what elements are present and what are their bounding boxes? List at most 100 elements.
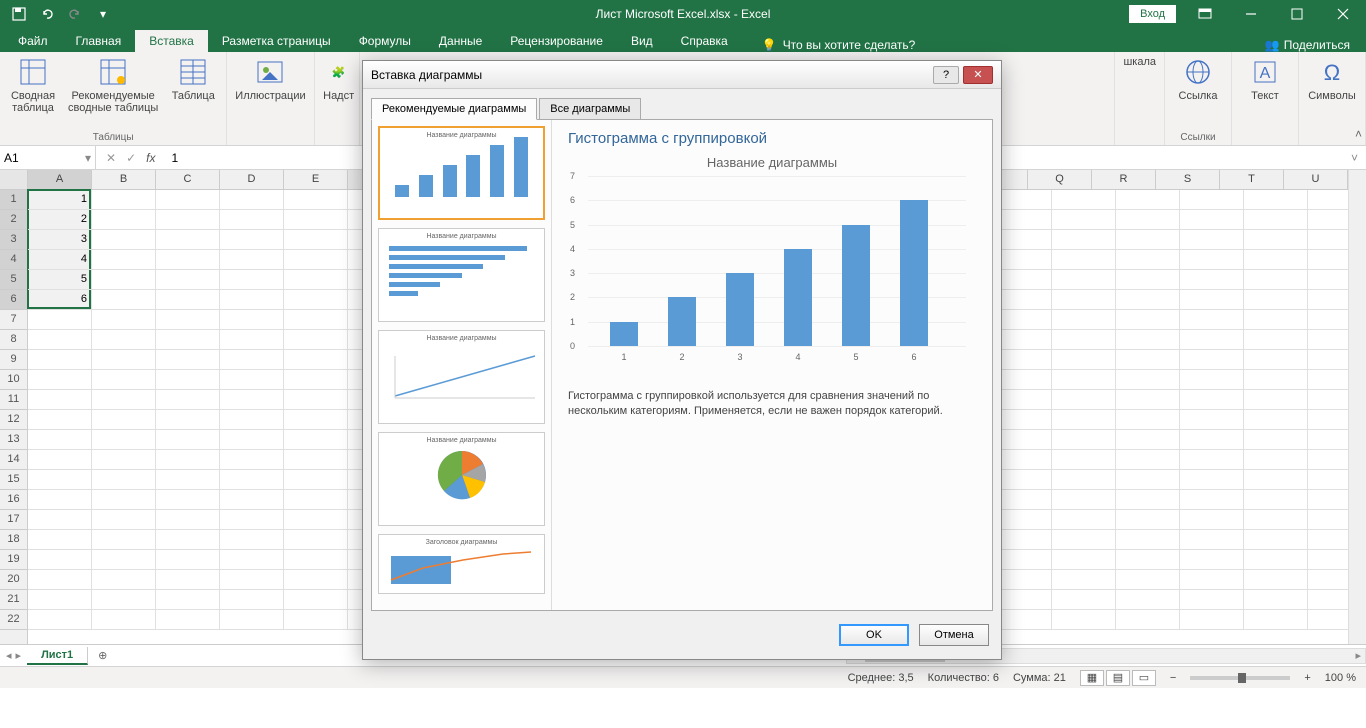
name-box-dropdown-icon[interactable]: ▾ <box>85 151 91 165</box>
addins-button[interactable]: 🧩 Надст <box>323 56 355 102</box>
row-22[interactable]: 22 <box>0 610 27 630</box>
zoom-out-icon[interactable]: − <box>1170 672 1176 684</box>
col-C[interactable]: C <box>156 170 220 189</box>
cell-A3[interactable]: 3 <box>28 230 92 250</box>
close-icon[interactable] <box>1320 0 1366 28</box>
enter-formula-icon[interactable]: ✓ <box>126 151 136 165</box>
cancel-button[interactable]: Отмена <box>919 624 989 646</box>
ok-button[interactable]: OK <box>839 624 909 646</box>
tab-page-layout[interactable]: Разметка страницы <box>208 30 345 52</box>
dialog-help-button[interactable]: ? <box>933 66 959 84</box>
sheet-tab-1[interactable]: Лист1 <box>27 647 88 665</box>
undo-icon[interactable] <box>36 4 58 24</box>
row-17[interactable]: 17 <box>0 510 27 530</box>
row-15[interactable]: 15 <box>0 470 27 490</box>
tab-review[interactable]: Рецензирование <box>496 30 617 52</box>
tab-recommended-charts[interactable]: Рекомендуемые диаграммы <box>371 98 537 120</box>
dialog-close-button[interactable]: ✕ <box>963 66 993 84</box>
ribbon-options-icon[interactable] <box>1182 0 1228 28</box>
col-S[interactable]: S <box>1156 170 1220 189</box>
thumb-pareto[interactable]: Заголовок диаграммы <box>378 534 545 594</box>
timeline-button[interactable]: шкала <box>1123 56 1156 68</box>
row-5[interactable]: 5 <box>0 270 27 290</box>
tab-help[interactable]: Справка <box>667 30 742 52</box>
col-E[interactable]: E <box>284 170 348 189</box>
scale-label: шкала <box>1123 56 1156 68</box>
thumb-clustered-bar[interactable]: Название диаграммы <box>378 228 545 322</box>
zoom-level[interactable]: 100 % <box>1325 672 1356 684</box>
row-1[interactable]: 1 <box>0 190 27 210</box>
illustrations-button[interactable]: Иллюстрации <box>235 56 305 102</box>
col-A[interactable]: A <box>28 170 92 189</box>
tab-formulas[interactable]: Формулы <box>345 30 425 52</box>
expand-formula-icon[interactable]: ˅ <box>1343 151 1366 165</box>
col-Q[interactable]: Q <box>1028 170 1092 189</box>
zoom-slider[interactable] <box>1190 676 1290 680</box>
row-21[interactable]: 21 <box>0 590 27 610</box>
pivot-table-button[interactable]: Сводная таблица <box>8 56 58 114</box>
row-2[interactable]: 2 <box>0 210 27 230</box>
row-19[interactable]: 19 <box>0 550 27 570</box>
row-4[interactable]: 4 <box>0 250 27 270</box>
tab-home[interactable]: Главная <box>62 30 136 52</box>
row-16[interactable]: 16 <box>0 490 27 510</box>
add-sheet-button[interactable]: ⊕ <box>88 649 117 662</box>
col-B[interactable]: B <box>92 170 156 189</box>
row-8[interactable]: 8 <box>0 330 27 350</box>
tab-insert[interactable]: Вставка <box>135 30 208 52</box>
cell-A1[interactable]: 1 <box>28 190 92 210</box>
row-14[interactable]: 14 <box>0 450 27 470</box>
login-button[interactable]: Вход <box>1129 5 1176 23</box>
row-10[interactable]: 10 <box>0 370 27 390</box>
row-12[interactable]: 12 <box>0 410 27 430</box>
table-button[interactable]: Таблица <box>168 56 218 102</box>
vertical-scrollbar[interactable] <box>1348 170 1366 644</box>
zoom-in-icon[interactable]: + <box>1304 672 1310 684</box>
recommended-pivot-button[interactable]: Рекомендуемые сводные таблицы <box>68 56 158 114</box>
cancel-formula-icon[interactable]: ✕ <box>106 151 116 165</box>
row-6[interactable]: 6 <box>0 290 27 310</box>
sheet-prev-icon[interactable]: ◂ <box>6 649 12 662</box>
save-icon[interactable] <box>8 4 30 24</box>
row-3[interactable]: 3 <box>0 230 27 250</box>
thumb-line[interactable]: Название диаграммы <box>378 330 545 424</box>
col-R[interactable]: R <box>1092 170 1156 189</box>
row-20[interactable]: 20 <box>0 570 27 590</box>
col-D[interactable]: D <box>220 170 284 189</box>
tab-file[interactable]: Файл <box>4 30 62 52</box>
cell-A4[interactable]: 4 <box>28 250 92 270</box>
view-pagebreak-icon[interactable]: ▭ <box>1132 670 1156 686</box>
col-U[interactable]: U <box>1284 170 1348 189</box>
view-pagelayout-icon[interactable]: ▤ <box>1106 670 1130 686</box>
fx-icon[interactable]: fx <box>146 151 155 165</box>
row-11[interactable]: 11 <box>0 390 27 410</box>
cell-A2[interactable]: 2 <box>28 210 92 230</box>
symbols-button[interactable]: Ω Символы <box>1307 56 1357 102</box>
row-9[interactable]: 9 <box>0 350 27 370</box>
tab-all-charts[interactable]: Все диаграммы <box>539 98 641 120</box>
row-7[interactable]: 7 <box>0 310 27 330</box>
redo-icon[interactable] <box>64 4 86 24</box>
dialog-titlebar[interactable]: Вставка диаграммы ? ✕ <box>363 61 1001 89</box>
qat-dropdown-icon[interactable]: ▾ <box>92 4 114 24</box>
share-button[interactable]: Поделиться <box>1284 38 1350 52</box>
tell-me-search[interactable]: 💡 Что вы хотите сделать? <box>762 38 916 52</box>
view-normal-icon[interactable]: ▦ <box>1080 670 1104 686</box>
collapse-ribbon-icon[interactable]: ˄ <box>1355 127 1362 141</box>
select-all-corner[interactable] <box>0 170 28 190</box>
col-T[interactable]: T <box>1220 170 1284 189</box>
name-box[interactable]: A1 ▾ <box>0 146 96 169</box>
tab-data[interactable]: Данные <box>425 30 496 52</box>
tab-view[interactable]: Вид <box>617 30 667 52</box>
minimize-icon[interactable] <box>1228 0 1274 28</box>
row-13[interactable]: 13 <box>0 430 27 450</box>
link-button[interactable]: Ссылка <box>1173 56 1223 102</box>
cell-A5[interactable]: 5 <box>28 270 92 290</box>
row-18[interactable]: 18 <box>0 530 27 550</box>
sheet-next-icon[interactable]: ▸ <box>16 649 22 662</box>
text-button[interactable]: A Текст <box>1240 56 1290 102</box>
maximize-icon[interactable] <box>1274 0 1320 28</box>
cell-A6[interactable]: 6 <box>28 290 92 310</box>
thumb-clustered-column[interactable]: Название диаграммы <box>378 126 545 220</box>
thumb-pie[interactable]: Название диаграммы <box>378 432 545 526</box>
